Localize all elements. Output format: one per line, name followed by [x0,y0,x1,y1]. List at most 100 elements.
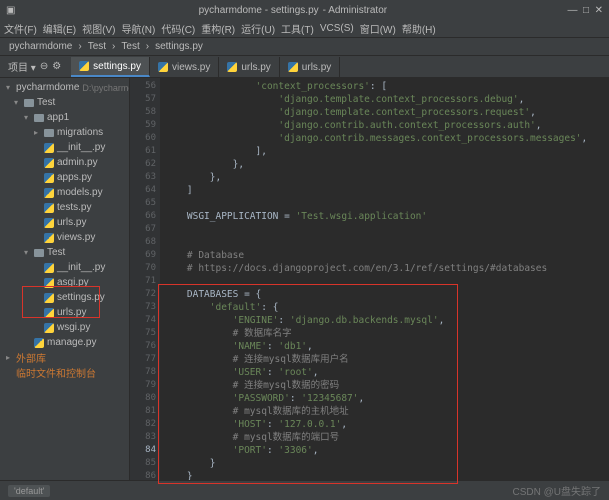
tree-node[interactable]: ▾Test [0,95,129,110]
code-line[interactable]: WSGI_APPLICATION = 'Test.wsgi.applicatio… [164,210,605,223]
code-line[interactable]: DATABASES = { [164,288,605,301]
menu-item[interactable]: 帮助(H) [402,21,436,36]
tree-node[interactable]: models.py [0,185,129,200]
code-line[interactable]: # 数据库名字 [164,327,605,340]
menu-item[interactable]: 文件(F) [4,21,37,36]
breadcrumb-item[interactable]: settings.py [152,41,206,52]
code-editor[interactable]: 5657585960616263646566676869707172737475… [130,78,609,480]
tree-node[interactable]: 临时文件和控制台 [0,365,129,380]
editor-tab[interactable]: views.py [150,57,219,77]
menu-item[interactable]: 编辑(E) [43,21,76,36]
menu-item[interactable]: 重构(R) [201,21,235,36]
code-line[interactable] [164,275,605,288]
folder-icon [34,249,44,257]
code-line[interactable]: 'PASSWORD': '12345687', [164,392,605,405]
tree-node[interactable]: manage.py [0,335,129,350]
tree-node[interactable]: asgi.py [0,275,129,290]
tree-node[interactable]: ▸外部库 [0,350,129,365]
code-line[interactable]: # mysql数据库的主机地址 [164,405,605,418]
python-icon [79,61,89,71]
code-line[interactable]: ] [164,184,605,197]
statusbar: 'default' CSDN @U盘失踪了 [0,480,609,500]
python-icon [44,218,54,228]
editor-tab[interactable]: urls.py [219,57,279,77]
menu-item[interactable]: 工具(T) [281,21,314,36]
tree-node[interactable]: wsgi.py [0,320,129,335]
window-title-suffix: - Administrator [323,5,387,16]
code-line[interactable]: ], [164,145,605,158]
python-icon [44,158,54,168]
code-line[interactable]: 'django.contrib.auth.context_processors.… [164,119,605,132]
gear-icon[interactable]: ⚙ [52,61,61,72]
tree-node[interactable]: __init__.py [0,260,129,275]
code-line[interactable]: }, [164,171,605,184]
breadcrumb: pycharmdome›Test›Test›settings.py [0,38,609,56]
menu-item[interactable]: 窗口(W) [360,21,396,36]
project-tree[interactable]: ▾pycharmdome D:\pycharmdome▾Test▾app1▸mi… [0,78,130,480]
code-line[interactable] [164,197,605,210]
tree-node[interactable]: ▾app1 [0,110,129,125]
python-icon [34,338,44,348]
code-line[interactable]: # 连接mysql数据库用户名 [164,353,605,366]
breadcrumb-item[interactable]: pycharmdome [6,41,75,52]
project-tool-label[interactable]: 项目 ▾ ⊖ ⚙ [0,56,69,77]
code-line[interactable]: } [164,470,605,480]
tree-node[interactable]: urls.py [0,305,129,320]
tree-node[interactable]: ▸migrations [0,125,129,140]
code-line[interactable]: } [164,457,605,470]
tree-node[interactable]: settings.py [0,290,129,305]
code-area[interactable]: 'context_processors': [ 'django.template… [160,78,609,480]
menubar: 文件(F) 编辑(E) 视图(V) 导航(N) 代码(C) 重构(R) 运行(U) 工具(T)… [0,20,609,38]
code-line[interactable]: }, [164,158,605,171]
menu-item[interactable]: 代码(C) [161,21,195,36]
folder-icon [24,99,34,107]
max-icon[interactable]: □ [583,5,589,16]
python-icon [44,173,54,183]
python-icon [44,293,54,303]
code-line[interactable]: 'HOST': '127.0.0.1', [164,418,605,431]
code-line[interactable]: 'default': { [164,301,605,314]
tree-node[interactable]: __init__.py [0,140,129,155]
python-icon [44,233,54,243]
editor-tab[interactable]: urls.py [280,57,340,77]
code-line[interactable]: # https://docs.djangoproject.com/en/3.1/… [164,262,605,275]
app-icon: ▣ [6,5,15,16]
code-line[interactable]: # mysql数据库的端口号 [164,431,605,444]
close-icon[interactable]: ✕ [595,5,603,16]
code-line[interactable] [164,236,605,249]
window-title: pycharmdome - settings.py [199,5,319,16]
menu-item[interactable]: 运行(U) [241,21,275,36]
tree-node[interactable]: apps.py [0,170,129,185]
code-line[interactable]: 'context_processors': [ [164,80,605,93]
code-line[interactable]: 'PORT': '3306', [164,444,605,457]
code-line[interactable]: 'USER': 'root', [164,366,605,379]
python-icon [44,323,54,333]
code-line[interactable]: 'django.template.context_processors.requ… [164,106,605,119]
breadcrumb-item[interactable]: Test [118,41,142,52]
tree-node[interactable]: ▾Test [0,245,129,260]
python-icon [44,188,54,198]
code-line[interactable]: # 连接mysql数据的密码 [164,379,605,392]
python-icon [44,143,54,153]
menu-item[interactable]: 视图(V) [82,21,115,36]
status-badge[interactable]: 'default' [8,485,50,497]
tree-node[interactable]: views.py [0,230,129,245]
editor-tab[interactable]: settings.py [71,57,150,77]
code-line[interactable]: 'django.template.context_processors.debu… [164,93,605,106]
tree-node[interactable]: ▾pycharmdome D:\pycharmdome [0,80,129,95]
code-line[interactable] [164,223,605,236]
menu-item[interactable]: 导航(N) [121,21,155,36]
code-line[interactable]: 'NAME': 'db1', [164,340,605,353]
code-line[interactable]: 'ENGINE': 'django.db.backends.mysql', [164,314,605,327]
code-line[interactable]: # Database [164,249,605,262]
min-icon[interactable]: ― [567,5,577,16]
breadcrumb-item[interactable]: Test [85,41,109,52]
tree-node[interactable]: tests.py [0,200,129,215]
code-line[interactable]: 'django.contrib.messages.context_process… [164,132,605,145]
python-icon [158,62,168,72]
tree-node[interactable]: admin.py [0,155,129,170]
tree-node[interactable]: urls.py [0,215,129,230]
menu-item[interactable]: VCS(S) [320,23,354,34]
collapse-icon[interactable]: ⊖ [40,61,48,72]
gutter: 5657585960616263646566676869707172737475… [130,78,160,480]
